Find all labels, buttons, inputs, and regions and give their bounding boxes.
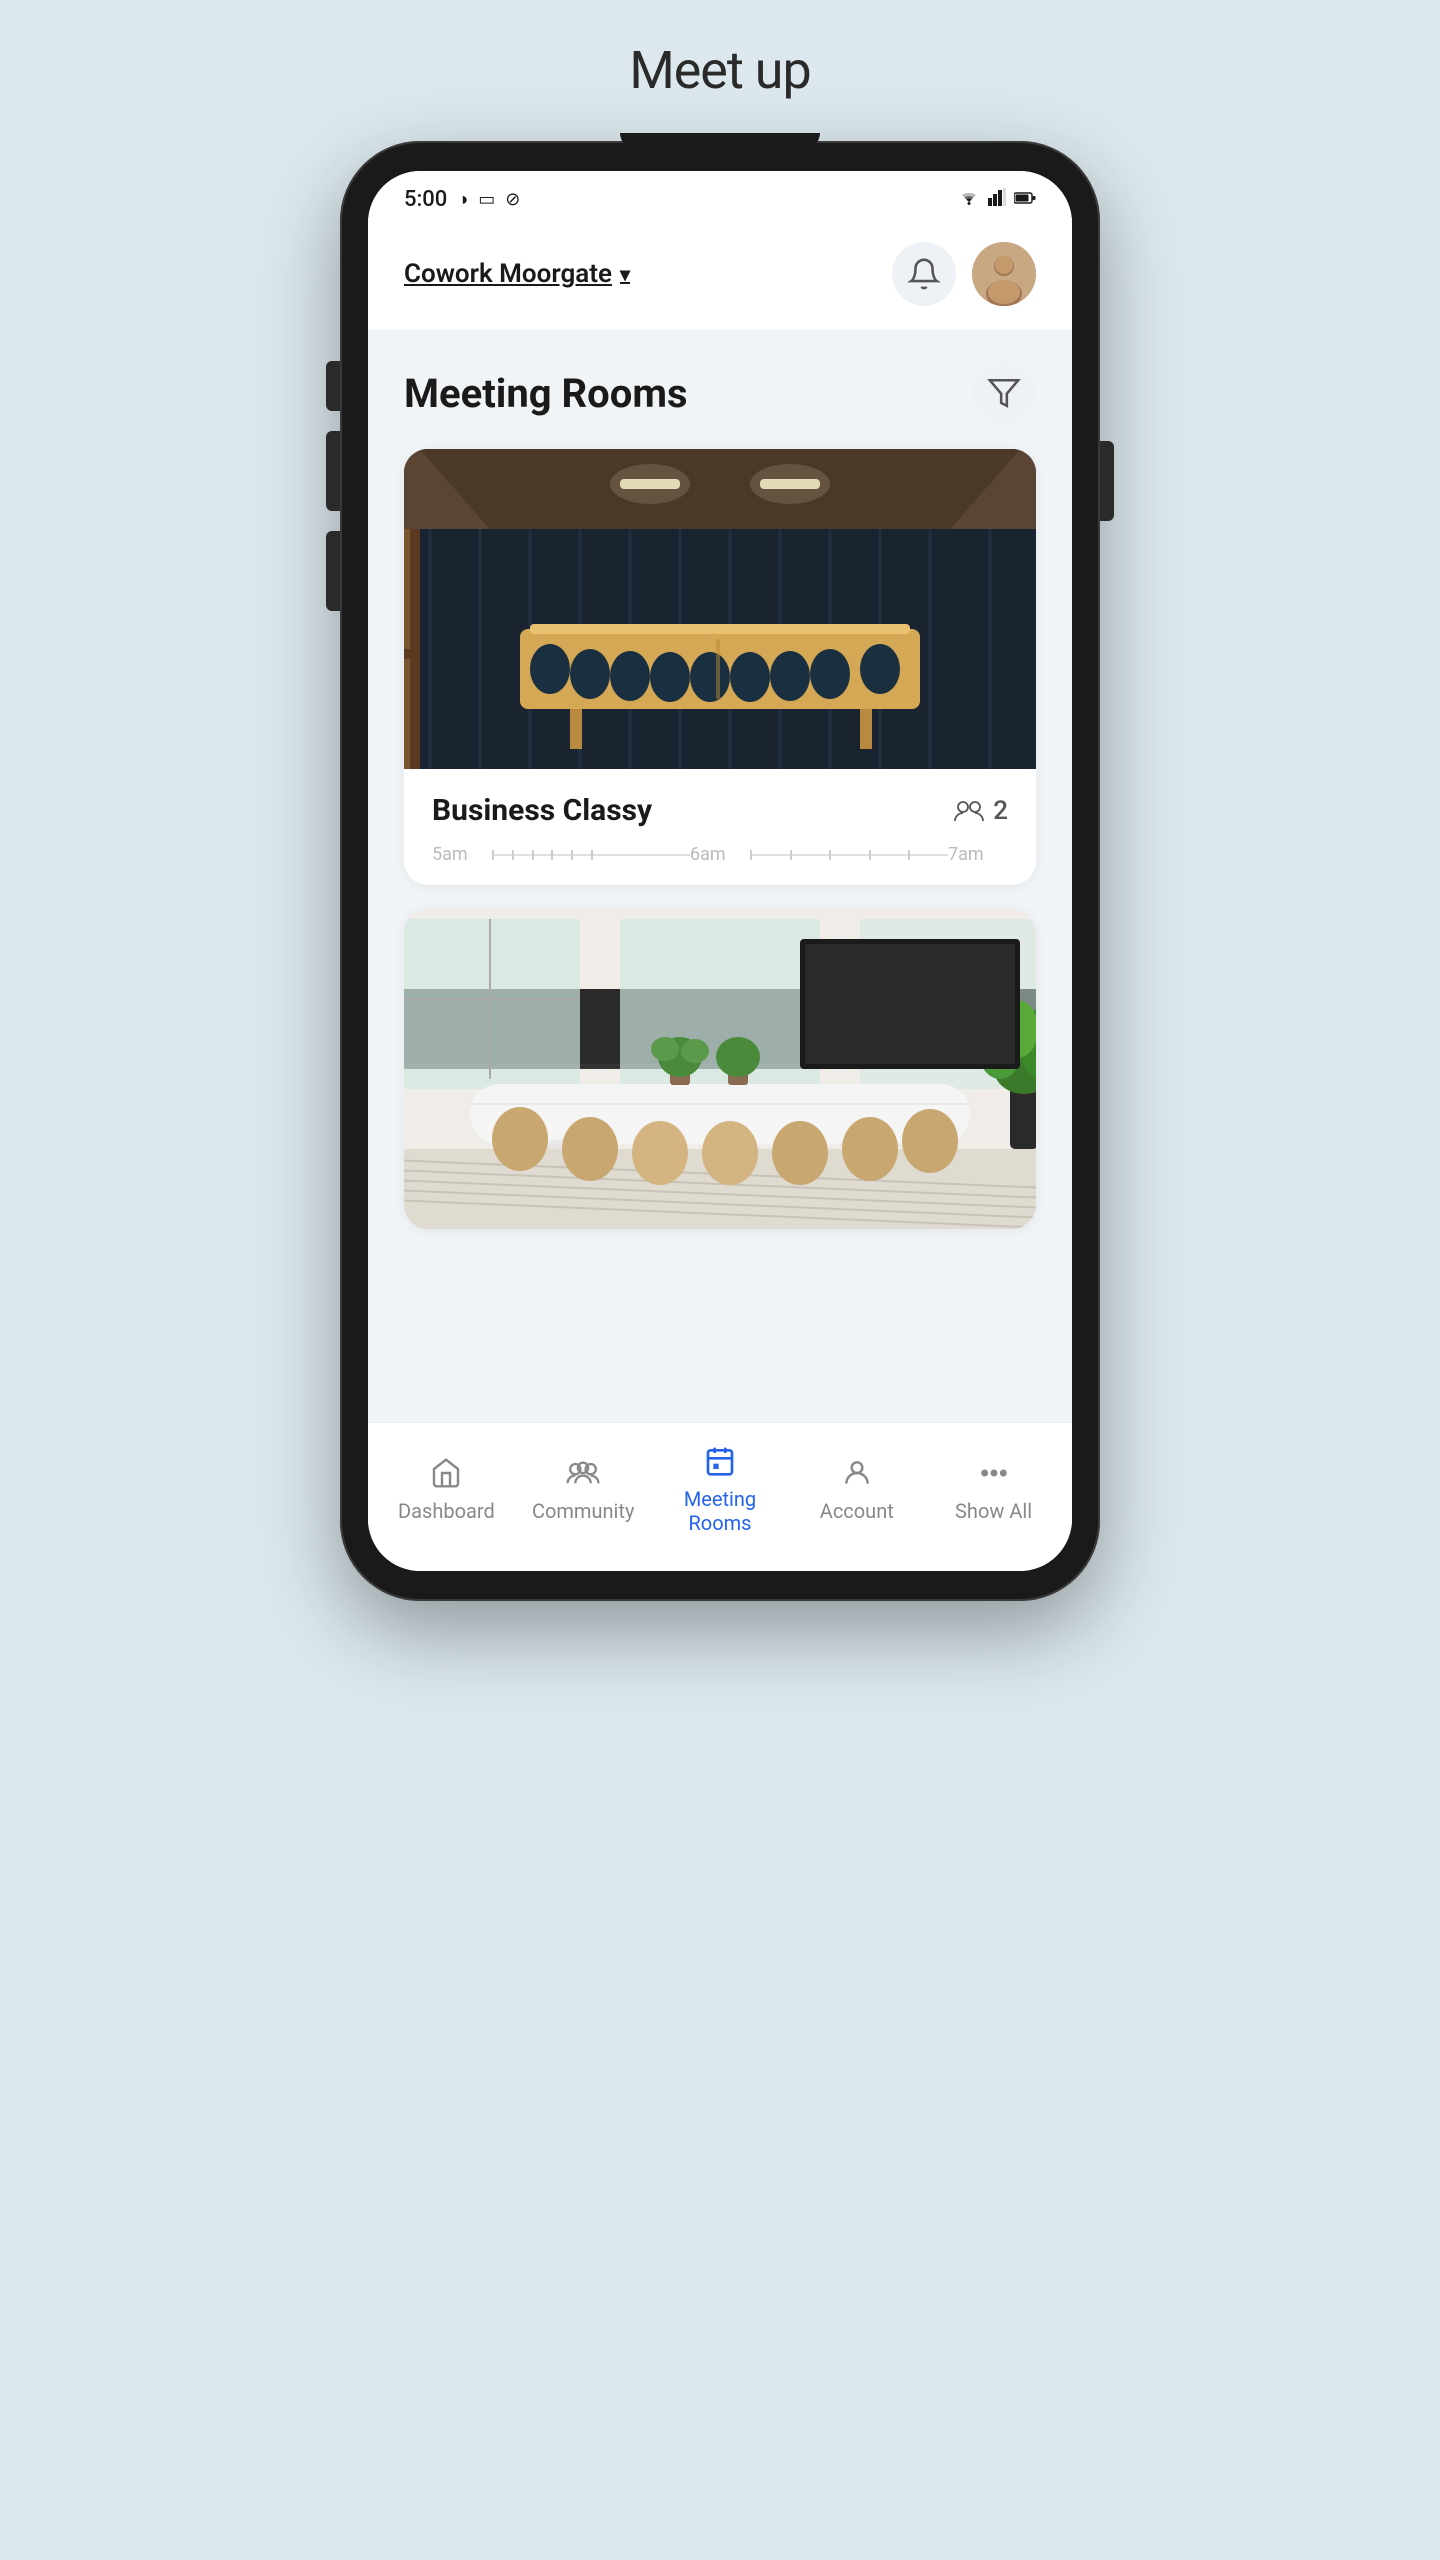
section-header: Meeting Rooms (404, 361, 1036, 425)
timeline-bar-1b (750, 854, 948, 856)
header-actions (892, 242, 1036, 306)
timeline-bar-1 (492, 854, 690, 856)
signal-icon (988, 188, 1006, 211)
mute-button (326, 531, 340, 611)
timeline-label-7am: 7am (948, 844, 1008, 865)
community-icon (565, 1455, 601, 1491)
user-avatar[interactable] (972, 242, 1036, 306)
room-image-1 (404, 449, 1036, 769)
media-control-icon: ◑ (457, 189, 468, 210)
notification-button[interactable] (892, 242, 956, 306)
room-info-1: Business Classy 2 (404, 769, 1036, 885)
nav-community-label: Community (532, 1499, 634, 1523)
nav-dashboard-label: Dashboard (398, 1499, 495, 1523)
timeline-label-5am: 5am (432, 844, 492, 865)
nav-account[interactable]: Account (788, 1455, 925, 1523)
chevron-down-icon: ▾ (620, 262, 630, 286)
block-icon: ⊘ (505, 189, 520, 210)
bell-icon (907, 257, 941, 291)
nav-show-all-label: Show All (955, 1499, 1032, 1523)
wifi-icon (958, 188, 980, 211)
timeline-label-6am: 6am (690, 844, 750, 865)
bottom-nav: Dashboard Community (368, 1422, 1072, 1571)
account-icon (841, 1455, 873, 1491)
location-text: Cowork Moorgate (404, 259, 612, 289)
nav-meeting-rooms-label: Meeting Rooms (684, 1487, 756, 1535)
filter-button[interactable] (972, 361, 1036, 425)
location-selector[interactable]: Cowork Moorgate ▾ (404, 259, 630, 289)
timeline-1: 5am 6am (432, 844, 1008, 865)
app-title: Meet up (629, 40, 810, 101)
more-icon (978, 1455, 1010, 1491)
nav-account-label: Account (820, 1499, 894, 1523)
avatar-image (972, 242, 1036, 306)
status-time: 5:00 (404, 187, 447, 212)
room-card-2[interactable] (404, 909, 1036, 1229)
room-card-1[interactable]: Business Classy 2 (404, 449, 1036, 885)
capacity-icon (953, 799, 985, 823)
filter-icon (987, 376, 1021, 410)
nav-dashboard[interactable]: Dashboard (378, 1455, 515, 1523)
capacity-count-1: 2 (993, 796, 1008, 826)
phone-screen: 5:00 ◑ ▭ ⊘ (368, 171, 1072, 1571)
room-image-2 (404, 909, 1036, 1229)
main-content: Meeting Rooms (368, 331, 1072, 1422)
volume-down-button (326, 431, 340, 511)
room-name-row-1: Business Classy 2 (432, 793, 1008, 828)
nav-meeting-rooms[interactable]: Meeting Rooms (652, 1443, 789, 1535)
storage-icon: ▭ (478, 189, 495, 210)
volume-up-button (326, 361, 340, 411)
room-name-1: Business Classy (432, 793, 652, 828)
status-bar: 5:00 ◑ ▭ ⊘ (368, 171, 1072, 222)
power-button (1100, 441, 1114, 521)
home-icon (430, 1455, 462, 1491)
section-title: Meeting Rooms (404, 370, 688, 417)
nav-show-all[interactable]: Show All (925, 1455, 1062, 1523)
battery-icon (1014, 189, 1036, 210)
room-capacity-1: 2 (953, 796, 1008, 826)
calendar-icon (704, 1443, 736, 1479)
status-left: 5:00 ◑ ▭ ⊘ (404, 187, 520, 212)
status-right (958, 188, 1036, 211)
nav-community[interactable]: Community (515, 1455, 652, 1523)
header: Cowork Moorgate ▾ (368, 222, 1072, 331)
phone-frame: 5:00 ◑ ▭ ⊘ (340, 141, 1100, 1601)
